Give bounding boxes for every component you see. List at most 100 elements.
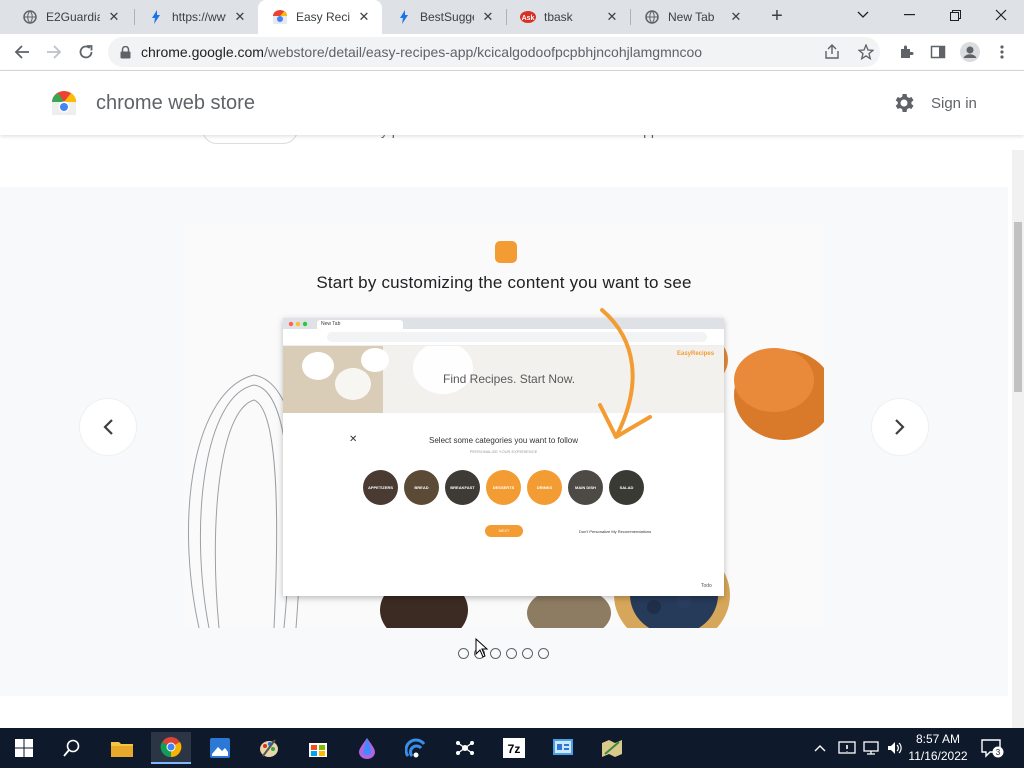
url-host: chrome.google.com bbox=[141, 44, 264, 60]
category-item: MAIN DISH bbox=[568, 470, 603, 505]
windows-taskbar: 7z 8:57 AM 11/16/2022 3 bbox=[0, 728, 1024, 768]
slide-dot[interactable] bbox=[490, 648, 501, 659]
tab-title: Easy Recipe bbox=[296, 10, 350, 24]
tab-e2guardian[interactable]: E2Guardian ✕ bbox=[8, 0, 132, 34]
tab-title: https://www bbox=[172, 10, 226, 24]
show-hidden-icons[interactable] bbox=[813, 728, 827, 768]
minimize-button[interactable] bbox=[886, 0, 932, 30]
windows-start-icon[interactable] bbox=[4, 732, 44, 764]
close-tab-icon[interactable]: ✕ bbox=[480, 9, 496, 25]
tab-title: BestSugge bbox=[420, 10, 474, 24]
back-icon[interactable] bbox=[8, 38, 36, 66]
close-tab-icon[interactable]: ✕ bbox=[106, 9, 122, 25]
tab-strip: E2Guardian ✕ https://www ✕ Easy Recipe ✕… bbox=[0, 0, 1024, 34]
scrollbar-thumb[interactable] bbox=[1014, 222, 1022, 392]
slide-indicators bbox=[458, 648, 549, 659]
side-panel-icon[interactable] bbox=[924, 38, 952, 66]
tab-bestsuggest[interactable]: BestSugge ✕ bbox=[382, 0, 506, 34]
store-icon[interactable] bbox=[298, 732, 338, 764]
menu-kebab-icon[interactable] bbox=[988, 38, 1016, 66]
paint-3d-icon[interactable] bbox=[347, 732, 387, 764]
previous-slide-button[interactable] bbox=[80, 399, 136, 455]
globe-icon bbox=[22, 9, 38, 25]
inner-skip-link: Don't Personalize My Recommendations bbox=[579, 529, 652, 534]
control-panel-icon[interactable] bbox=[543, 732, 583, 764]
file-explorer-icon[interactable] bbox=[102, 732, 142, 764]
inner-todo-label: Todo bbox=[701, 583, 712, 589]
traffic-lights-icon bbox=[288, 321, 308, 327]
extensions-icon[interactable] bbox=[892, 38, 920, 66]
lock-icon[interactable] bbox=[120, 45, 131, 59]
chrome-icon[interactable] bbox=[151, 732, 191, 764]
page-scrollbar[interactable] bbox=[1012, 135, 1024, 728]
category-item: BREAD bbox=[404, 470, 439, 505]
clock-time: 8:57 AM bbox=[915, 732, 961, 746]
bookmark-star-icon[interactable] bbox=[856, 42, 876, 62]
bolt-icon bbox=[148, 9, 164, 25]
close-tab-icon[interactable]: ✕ bbox=[356, 9, 372, 25]
new-tab-button[interactable]: + bbox=[764, 5, 790, 29]
category-item: APPETIZERS bbox=[363, 470, 398, 505]
tab-https[interactable]: https://www ✕ bbox=[134, 0, 258, 34]
category-item: BREAKFAST bbox=[445, 470, 480, 505]
svg-text:7z: 7z bbox=[508, 742, 521, 756]
chrome-web-store-logo[interactable] bbox=[50, 89, 78, 117]
close-tab-icon[interactable]: ✕ bbox=[728, 9, 744, 25]
tab-new-tab[interactable]: New Tab ✕ bbox=[630, 0, 754, 34]
tab-easy-recipes[interactable]: Easy Recipe ✕ bbox=[258, 0, 382, 34]
close-window-button[interactable] bbox=[978, 0, 1024, 30]
tab-search-icon[interactable] bbox=[840, 0, 886, 30]
search-icon[interactable] bbox=[52, 732, 92, 764]
inner-brand: EasyRecipes bbox=[677, 351, 715, 357]
close-tab-icon[interactable]: ✕ bbox=[232, 9, 248, 25]
address-bar[interactable]: chrome.google.com/webstore/detail/easy-r… bbox=[108, 37, 880, 67]
volume-icon[interactable] bbox=[886, 728, 904, 768]
7zip-icon[interactable]: 7z bbox=[494, 732, 534, 764]
clock-date: 11/16/2022 bbox=[908, 749, 968, 763]
store-title[interactable]: chrome web store bbox=[96, 92, 255, 115]
next-slide-button[interactable] bbox=[872, 399, 928, 455]
tab-title: New Tab bbox=[668, 10, 715, 24]
close-tab-icon[interactable]: ✕ bbox=[604, 9, 620, 25]
network-tool-icon[interactable] bbox=[445, 732, 485, 764]
slide-dot[interactable] bbox=[506, 648, 517, 659]
slide-dot[interactable] bbox=[458, 648, 469, 659]
share-icon[interactable] bbox=[822, 42, 842, 62]
store-header: chrome web store Sign in bbox=[0, 71, 1024, 135]
restore-button[interactable] bbox=[932, 0, 978, 30]
remote-desktop-icon[interactable] bbox=[396, 732, 436, 764]
orange-arrow-icon bbox=[598, 308, 652, 439]
svg-text:Ask: Ask bbox=[522, 15, 535, 22]
gear-icon[interactable] bbox=[892, 91, 916, 115]
url-path: /webstore/detail/easy-recipes-app/kcical… bbox=[263, 44, 703, 60]
tab-tbask[interactable]: Ask tbask ✕ bbox=[506, 0, 630, 34]
paint-icon[interactable] bbox=[249, 732, 289, 764]
inner-category-list: APPETIZERS BREAD BREAKFAST DESSERTS DRIN… bbox=[363, 470, 663, 506]
browser-toolbar: chrome.google.com/webstore/detail/easy-r… bbox=[0, 34, 1024, 71]
inner-hero-text: Find Recipes. Start Now. bbox=[443, 372, 576, 386]
slide-dot[interactable] bbox=[538, 648, 549, 659]
security-center-icon[interactable] bbox=[838, 728, 856, 768]
category-item: DESSERTS bbox=[486, 470, 521, 505]
category-item: DRINKS bbox=[527, 470, 562, 505]
screenshot-gallery: Start by customizing the content you wan… bbox=[0, 187, 1008, 696]
sign-in-link[interactable]: Sign in bbox=[931, 95, 977, 112]
notifications-icon[interactable]: 3 bbox=[980, 728, 1004, 768]
system-clock[interactable]: 8:57 AM 11/16/2022 bbox=[908, 731, 968, 765]
category-item: SALAD bbox=[609, 470, 644, 505]
tab-title: tbask bbox=[544, 10, 573, 24]
mouse-cursor-icon bbox=[475, 638, 489, 658]
map-app-icon[interactable] bbox=[592, 732, 632, 764]
inner-tab-title: New Tab bbox=[317, 320, 403, 329]
globe-icon bbox=[644, 9, 660, 25]
gallery-slide: Start by customizing the content you wan… bbox=[184, 225, 824, 628]
forward-icon[interactable] bbox=[40, 38, 68, 66]
inner-subtitle: PERSONALIZE YOUR EXPERIENCE bbox=[469, 449, 538, 454]
inner-next-button: NEXT bbox=[485, 525, 523, 537]
network-icon[interactable] bbox=[862, 728, 880, 768]
reload-icon[interactable] bbox=[72, 38, 100, 66]
slide-dot[interactable] bbox=[522, 648, 533, 659]
photos-icon[interactable] bbox=[200, 732, 240, 764]
profile-avatar-icon[interactable] bbox=[956, 38, 984, 66]
tab-title: E2Guardian bbox=[46, 10, 100, 24]
